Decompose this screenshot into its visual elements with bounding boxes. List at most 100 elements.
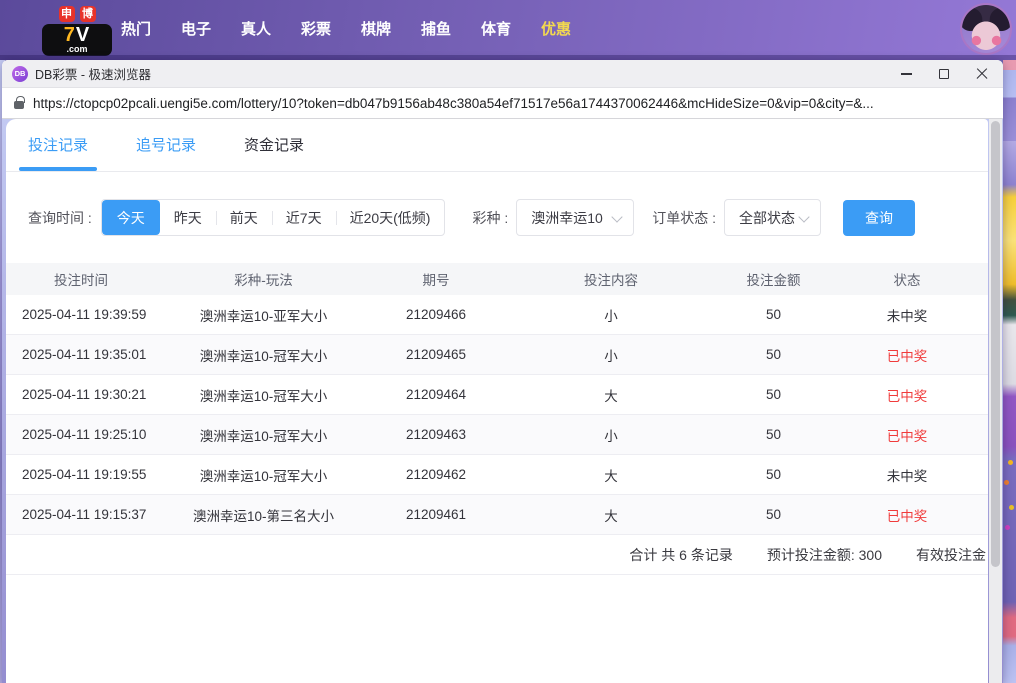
close-button[interactable] [963,60,1001,87]
time-option[interactable]: 昨天 [160,200,216,235]
user-avatar[interactable] [962,5,1010,53]
cell-bet-amount: 50 [721,307,826,322]
cell-bet-amount: 50 [721,507,826,522]
minimize-button[interactable] [887,60,925,87]
table-row: 2025-04-11 19:15:37澳洲幸运10-第三名大小21209461大… [6,495,988,535]
page-scrollbar[interactable] [989,119,1002,683]
cell-game-play: 澳洲幸运10-亚军大小 [156,305,371,325]
cell-issue: 21209465 [371,347,501,362]
cell-status: 已中奖 [826,385,988,405]
cell-game-play: 澳洲幸运10-冠军大小 [156,385,371,405]
cell-status: 已中奖 [826,425,988,445]
cell-issue: 21209462 [371,467,501,482]
site-header: 申 博 7V .com 热门电子真人彩票棋牌捕鱼体育优惠 [0,0,1016,60]
column-header: 期号 [371,269,501,289]
browser-titlebar[interactable]: DB DB彩票 - 极速浏览器 [2,60,1003,88]
nav-item[interactable]: 体育 [466,0,526,60]
order-status-value: 全部状态 [739,208,795,228]
cell-issue: 21209464 [371,387,501,402]
nav-item[interactable]: 棋牌 [346,0,406,60]
cell-issue: 21209463 [371,427,501,442]
table-row: 2025-04-11 19:35:01澳洲幸运10-冠军大小21209465小5… [6,335,988,375]
scrollbar-thumb[interactable] [991,121,1000,567]
nav-item[interactable]: 彩票 [286,0,346,60]
time-option[interactable]: 前天 [216,200,272,235]
nav-item[interactable]: 优惠 [526,0,586,60]
cell-bet-content: 大 [501,505,721,525]
decor-dot [1004,480,1009,485]
minimize-icon [901,73,912,75]
record-tabs: 投注记录追号记录资金记录 [6,119,988,172]
decor-dot [1005,525,1010,530]
cell-status: 已中奖 [826,505,988,525]
tab[interactable]: 追号记录 [136,119,196,171]
cell-game-play: 澳洲幸运10-冠军大小 [156,465,371,485]
cell-bet-amount: 50 [721,387,826,402]
table-header-row: 投注时间彩种-玩法期号投注内容投注金额状态 [6,263,988,295]
lottery-select[interactable]: 澳洲幸运10 [516,199,634,236]
order-status-label: 订单状态 : [652,208,716,228]
time-option[interactable]: 近7天 [272,200,336,235]
cell-bet-content: 大 [501,385,721,405]
logo-suffix: .com [46,45,108,54]
records-card: 投注记录追号记录资金记录 查询时间 : 今天昨天前天近7天近20天(低频) 彩种… [6,119,988,683]
cell-game-play: 澳洲幸运10-冠军大小 [156,345,371,365]
table-row: 2025-04-11 19:19:55澳洲幸运10-冠军大小21209462大5… [6,455,988,495]
nav-item[interactable]: 捕鱼 [406,0,466,60]
summary-expected-amount: 预计投注金额: 300 [767,545,882,565]
logo-brand-text: 7V [46,25,108,45]
decor-dot [1008,460,1013,465]
cell-issue: 21209461 [371,507,501,522]
time-option[interactable]: 今天 [102,200,160,235]
app-icon: DB [12,66,28,82]
cell-bet-content: 小 [501,425,721,445]
summary-total-records: 合计 共 6 条记录 [629,545,732,565]
order-status-select[interactable]: 全部状态 [724,199,821,236]
time-filter-label: 查询时间 : [28,208,92,228]
nav-item[interactable]: 电子 [166,0,226,60]
summary-valid-amount: 有效投注金 [916,545,986,565]
column-header: 彩种-玩法 [156,269,371,289]
tab[interactable]: 资金记录 [244,119,304,171]
table-row: 2025-04-11 19:39:59澳洲幸运10-亚军大小21209466小5… [6,295,988,335]
column-header: 投注金额 [721,269,826,289]
time-filter-group: 今天昨天前天近7天近20天(低频) [101,199,446,236]
cell-bet-amount: 50 [721,467,826,482]
maximize-button[interactable] [925,60,963,87]
time-option[interactable]: 近20天(低频) [336,200,445,235]
page-background-right-strip [1003,60,1016,683]
brand-logo[interactable]: 申 博 7V .com [42,6,112,56]
logo-badge-right: 博 [80,6,96,22]
table-body: 2025-04-11 19:39:59澳洲幸运10-亚军大小21209466小5… [6,295,988,535]
url-text[interactable]: https://ctopcp02pcali.uengi5e.com/lotter… [33,96,874,111]
column-header: 投注时间 [6,269,156,289]
maximize-icon [939,69,949,79]
window-controls [887,60,1001,87]
main-nav: 热门电子真人彩票棋牌捕鱼体育优惠 [106,0,586,60]
nav-item[interactable]: 热门 [106,0,166,60]
cell-bet-time: 2025-04-11 19:25:10 [6,427,156,442]
cell-bet-content: 小 [501,305,721,325]
cell-bet-content: 大 [501,465,721,485]
cell-game-play: 澳洲幸运10-冠军大小 [156,425,371,445]
cell-bet-content: 小 [501,345,721,365]
lock-icon [14,101,24,109]
tab[interactable]: 投注记录 [28,119,88,171]
window-title: DB彩票 - 极速浏览器 [35,64,151,83]
column-header: 状态 [826,269,988,289]
table-summary-row: 合计 共 6 条记录 预计投注金额: 300 有效投注金 [6,535,988,575]
browser-window: DB DB彩票 - 极速浏览器 https://ctopcp02pcali.ue… [2,60,1003,683]
logo-box: 7V .com [42,24,112,56]
query-button[interactable]: 查询 [843,200,915,236]
address-bar[interactable]: https://ctopcp02pcali.uengi5e.com/lotter… [2,88,1003,119]
logo-badges: 申 博 [42,6,112,22]
cell-issue: 21209466 [371,307,501,322]
cell-status: 已中奖 [826,345,988,365]
cell-bet-time: 2025-04-11 19:35:01 [6,347,156,362]
close-icon [976,68,988,80]
cell-bet-amount: 50 [721,347,826,362]
nav-item[interactable]: 真人 [226,0,286,60]
filter-bar: 查询时间 : 今天昨天前天近7天近20天(低频) 彩种 : 澳洲幸运10 订单状… [6,199,988,236]
bet-records-table: 投注时间彩种-玩法期号投注内容投注金额状态 2025-04-11 19:39:5… [6,263,988,575]
cell-bet-time: 2025-04-11 19:39:59 [6,307,156,322]
